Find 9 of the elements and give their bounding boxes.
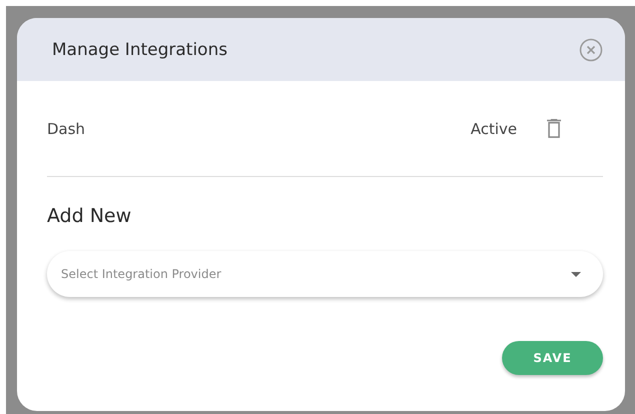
provider-select[interactable]: Select Integration Provider	[47, 251, 603, 297]
trash-icon[interactable]	[547, 119, 561, 138]
integration-status: Active	[470, 120, 517, 138]
save-button[interactable]: SAVE	[502, 341, 603, 375]
integration-name: Dash	[47, 120, 86, 138]
close-icon[interactable]	[579, 38, 603, 62]
dropdown-caret-icon	[571, 272, 581, 277]
section-heading: Add New	[47, 205, 132, 227]
dialog-title: Manage Integrations	[52, 40, 228, 60]
